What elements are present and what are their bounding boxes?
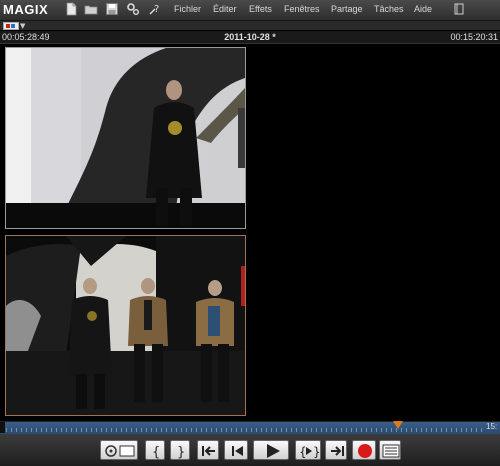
play-icon [267,444,280,458]
menu-tasks[interactable]: Tâches [374,4,404,14]
menu-effects[interactable]: Effets [249,4,272,14]
mark-in-icon: { [152,445,160,460]
play-in-out-button[interactable]: { } [295,440,321,460]
menu-lines-icon [382,444,400,458]
svg-text:}: } [177,445,185,460]
project-title: 2011-10-28 * [224,32,276,42]
help-icon[interactable]: ? [148,2,162,16]
save-icon[interactable] [105,2,119,16]
menu-file[interactable]: Fichler [174,4,201,14]
video-clip-thumbnail-2[interactable] [5,235,246,416]
svg-text:{: { [152,445,160,460]
menu-lines-button[interactable] [379,440,401,460]
video-frame-1 [6,48,245,228]
menu-edit[interactable]: Éditer [213,4,237,14]
timeline-ticks [6,428,484,432]
record-icon [358,444,372,458]
record-button[interactable] [352,440,376,460]
mark-out-button[interactable]: } [170,440,190,460]
info-panel-icon[interactable] [452,2,466,16]
app-logo: MAGIX [3,2,49,17]
previous-marker-button[interactable] [197,440,219,460]
menu-share[interactable]: Partage [331,4,363,14]
timeline-start-cap [0,422,5,433]
menu-help[interactable]: Aide [414,4,432,14]
film-strip-button[interactable] [100,440,138,460]
layout-flag-icon[interactable] [3,22,19,30]
skip-to-start-icon [232,446,243,456]
open-folder-icon[interactable] [84,2,98,16]
svg-text:}: } [313,445,321,459]
play-in-out-icon: { } [299,445,321,459]
mark-out-icon: } [177,445,185,460]
skip-to-start-button[interactable] [224,440,248,460]
settings-icon[interactable] [126,2,140,16]
next-marker-icon [331,446,344,456]
svg-text:{: { [299,445,307,459]
svg-text:?: ? [154,4,159,15]
next-marker-button[interactable] [325,440,347,460]
current-time: 00:05:28:49 [2,32,50,42]
film-strip-icon [105,445,135,457]
menu-windows[interactable]: Fenêtres [284,4,320,14]
play-button[interactable] [253,440,289,460]
playhead-marker[interactable] [392,421,403,429]
video-clip-thumbnail-1[interactable] [5,47,246,229]
transport-bar [0,434,500,466]
sub-toolbar [0,21,500,30]
mark-in-button[interactable]: { [145,440,165,460]
new-document-icon[interactable] [64,2,78,16]
chevron-down-icon[interactable]: ▼ [20,23,25,30]
total-time: 00:15:20:31 [450,32,498,42]
video-frame-2 [6,236,245,415]
timeline-end-label: 15: [486,422,498,431]
previous-marker-icon [202,446,215,456]
